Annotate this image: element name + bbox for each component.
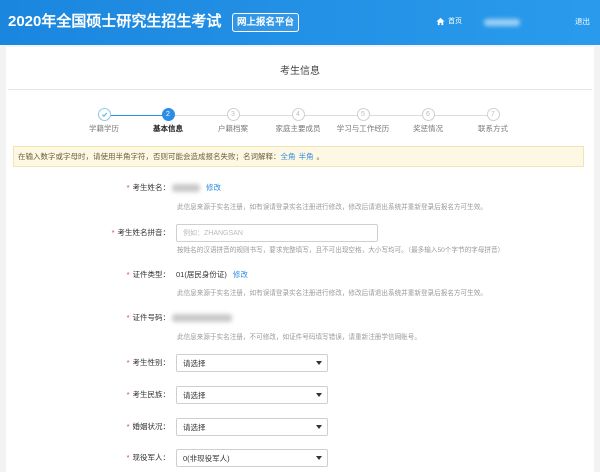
- platform-badge: 网上报名平台: [232, 13, 300, 32]
- step-circle: 6: [421, 108, 435, 121]
- label-text: 考生性别：: [132, 358, 171, 367]
- step-circle: 4: [291, 108, 305, 121]
- select-value: 请选择: [183, 422, 206, 432]
- label-name: * 考生姓名：: [50, 183, 170, 193]
- id-number-help: 此信息来源于实名注册，不可修改，如证件号码填写错误，请重新注册学信网账号。: [177, 334, 421, 341]
- label-pinyin: * 考生姓名拼音：: [50, 228, 170, 238]
- home-link[interactable]: 首页: [436, 16, 462, 27]
- pinyin-input[interactable]: [176, 224, 378, 242]
- label-text: 婚姻状况：: [132, 422, 171, 431]
- caret-down-icon: [316, 393, 322, 397]
- select-value: 请选择: [183, 358, 206, 368]
- label-ethnicity: * 考生民族：: [50, 390, 170, 400]
- halfwidth-notice: 在输入数字或字母时，请使用半角字符，否则可能会造成报名失败；名词解释：全角 半角。: [13, 146, 584, 167]
- label-text: 现役军人：: [132, 453, 171, 462]
- required-mark: *: [111, 228, 115, 237]
- ethnicity-select[interactable]: 请选择: [176, 386, 328, 404]
- home-label: 首页: [448, 18, 462, 25]
- label-text: 考生姓名：: [132, 183, 171, 192]
- select-value: 请选择: [183, 390, 206, 400]
- required-mark: *: [126, 390, 130, 399]
- caret-down-icon: [316, 361, 322, 365]
- edit-name-link[interactable]: 修改: [206, 183, 221, 193]
- select-value: 0(非现役军人): [183, 453, 230, 463]
- caret-down-icon: [316, 425, 322, 429]
- label-gender: * 考生性别：: [50, 358, 170, 368]
- gender-select[interactable]: 请选择: [176, 354, 328, 372]
- step-circle: 5: [356, 108, 370, 121]
- caret-down-icon: [316, 456, 322, 460]
- pinyin-help: 按姓名的汉语拼音的规则书写，要求完整填写，且不可出现空格，大小写均可。（最多输入…: [177, 247, 505, 254]
- logout-link[interactable]: 退出: [575, 16, 590, 27]
- step-circle: 3: [226, 108, 240, 121]
- id-number-value: [172, 313, 232, 323]
- required-mark: *: [126, 313, 130, 322]
- notice-end: 。: [316, 152, 325, 161]
- title-divider: [8, 89, 592, 90]
- required-mark: *: [126, 422, 130, 431]
- step-circle: 2: [161, 108, 175, 121]
- step-label: 联系方式: [478, 124, 508, 133]
- label-text: 考生姓名拼音：: [117, 228, 171, 237]
- id-type-help: 此信息来源于实名注册，如有误请登录实名注册进行修改，修改后请退出系统并重新登录后…: [177, 290, 487, 297]
- site-title: 2020年全国硕士研究生招生考试: [8, 13, 222, 30]
- fullwidth-link[interactable]: 全角: [281, 152, 296, 161]
- required-mark: *: [126, 183, 130, 192]
- required-mark: *: [126, 358, 130, 367]
- step-circle: [97, 108, 111, 121]
- name-blurred: [172, 184, 200, 192]
- military-select[interactable]: 0(非现役军人): [176, 449, 328, 467]
- step-7-contact: 7 联系方式: [453, 108, 533, 134]
- name-help: 此信息来源于实名注册，如有误请登录实名注册进行修改，修改后请退出系统并重新登录后…: [177, 204, 487, 211]
- label-text: 证件号码：: [132, 313, 171, 322]
- required-mark: *: [126, 270, 130, 279]
- marital-select[interactable]: 请选择: [176, 418, 328, 436]
- edit-id-type-link[interactable]: 修改: [233, 270, 248, 280]
- top-header: 2020年全国硕士研究生招生考试 网上报名平台 首页 退出: [0, 0, 600, 45]
- home-icon: [436, 17, 445, 26]
- required-mark: *: [126, 453, 130, 462]
- id-number-blurred: [172, 314, 232, 322]
- label-military: * 现役军人：: [50, 453, 170, 463]
- label-id-number: * 证件号码：: [50, 313, 170, 323]
- page-title: 考生信息: [280, 66, 320, 77]
- username-blurred: [484, 19, 520, 26]
- check-icon: [101, 111, 108, 118]
- name-value: 修改: [172, 183, 221, 193]
- id-type-value-row: 01(居民身份证) 修改: [176, 270, 248, 280]
- step-circle: 7: [486, 108, 500, 121]
- halfwidth-link[interactable]: 半角: [299, 152, 314, 161]
- label-text: 证件类型：: [132, 270, 171, 279]
- notice-text: 在输入数字或字母时，请使用半角字符，否则可能会造成报名失败；名词解释：: [18, 152, 281, 161]
- id-type-value: 01(居民身份证): [176, 270, 227, 279]
- label-id-type: * 证件类型：: [50, 270, 170, 280]
- label-marital: * 婚姻状况：: [50, 422, 170, 432]
- label-text: 考生民族：: [132, 390, 171, 399]
